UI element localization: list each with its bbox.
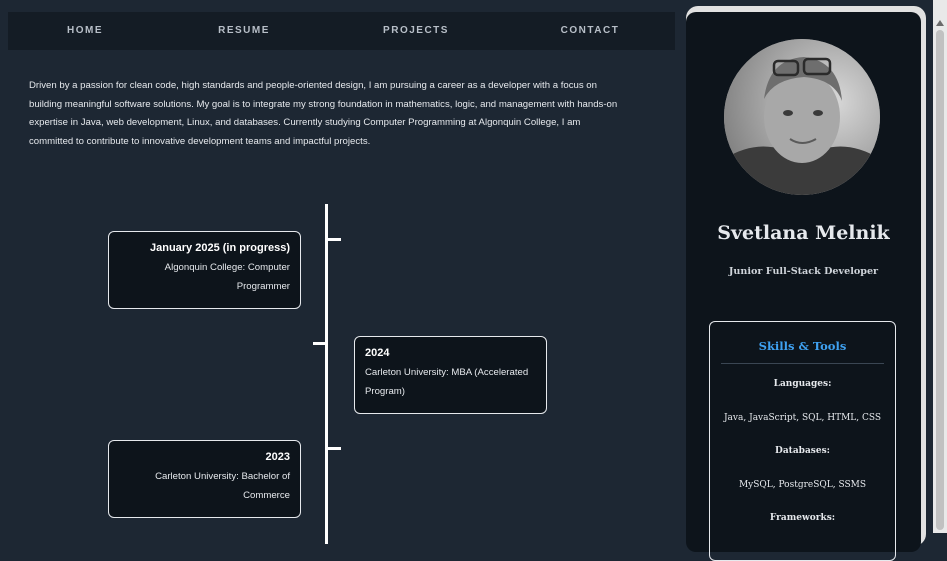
timeline-card-title: January 2025 (in progress) [149, 242, 290, 254]
timeline-card-title: 2023 [265, 451, 290, 463]
timeline-card-desc: Carleton University: Bachelor of Commerc… [155, 471, 290, 501]
timeline-card-2025: January 2025 (in progress) Algonquin Col… [108, 231, 301, 309]
timeline-card-2024: 2024 Carleton University: MBA (Accelerat… [354, 336, 547, 414]
scroll-up-arrow-icon[interactable] [936, 20, 944, 26]
skills-databases-label: Databases: [775, 446, 830, 456]
nav-projects[interactable]: PROJECTS [383, 12, 449, 50]
nav-home[interactable]: HOME [67, 12, 103, 50]
skills-divider [721, 363, 884, 364]
scroll-thumb[interactable] [936, 30, 944, 530]
timeline-tick [327, 447, 341, 450]
skills-title: Skills & Tools [758, 339, 847, 353]
timeline-tick [313, 342, 327, 345]
top-nav: HOME RESUME PROJECTS CONTACT [8, 12, 675, 50]
timeline-card-desc: Carleton University: MBA (Accelerated Pr… [365, 367, 529, 397]
intro-paragraph: Driven by a passion for clean code, high… [29, 80, 618, 148]
profile-name: Svetlana Melnik [717, 222, 890, 244]
timeline-tick [327, 238, 341, 241]
skills-languages-value: Java, JavaScript, SQL, HTML, CSS [723, 413, 882, 423]
nav-contact[interactable]: CONTACT [561, 12, 620, 50]
profile-photo-icon [724, 39, 880, 195]
timeline-line [325, 204, 328, 544]
skills-card: Skills & Tools Languages: Java, JavaScri… [709, 321, 896, 561]
nav-resume[interactable]: RESUME [218, 12, 270, 50]
timeline-card-desc: Algonquin College: Computer Programmer [164, 262, 290, 292]
timeline-card-title: 2024 [365, 347, 390, 359]
skills-languages-label: Languages: [773, 379, 832, 389]
skills-frameworks-label: Frameworks: [769, 513, 836, 523]
skills-databases-value: MySQL, PostgreSQL, SSMS [738, 480, 867, 490]
timeline-card-2023: 2023 Carleton University: Bachelor of Co… [108, 440, 301, 518]
profile-role: Junior Full-Stack Developer [728, 266, 879, 277]
profile-avatar [724, 39, 880, 195]
